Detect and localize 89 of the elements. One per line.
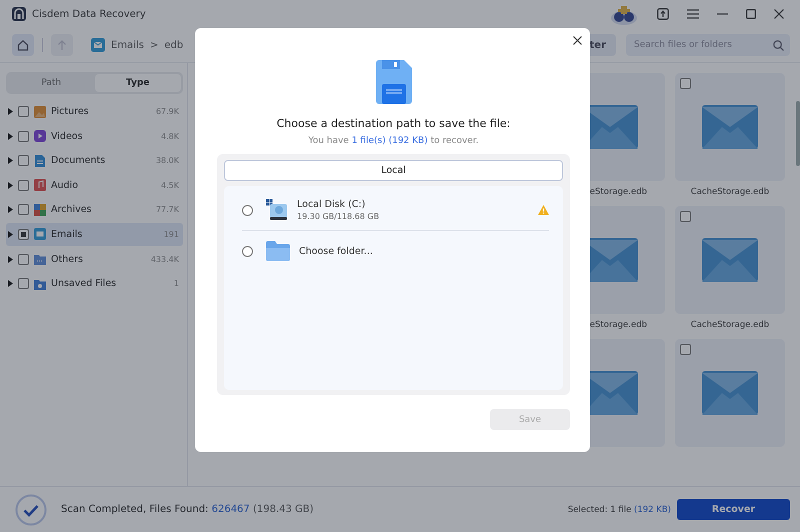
category-name: Videos [51,130,84,142]
dialog-subtitle: You have 1 file(s) (192 KB) to recover. [308,136,479,146]
file-count: 191 [164,230,179,239]
category-row[interactable]: Documents 38.0K [6,149,183,172]
search-icon[interactable] [773,40,784,50]
category-row[interactable]: Others 433.4K [6,248,183,271]
category-name: Emails [51,228,84,240]
email-icon [91,38,105,52]
home-button[interactable] [12,34,34,56]
category-icon [34,106,46,118]
minimize-icon[interactable] [717,13,728,15]
file-name: CacheStorage.edb [690,187,770,197]
checkbox[interactable] [680,78,691,89]
radio-button[interactable] [242,246,253,256]
category-icon [34,228,46,240]
file-count: 77.7K [156,205,179,214]
radio-button[interactable] [242,204,253,216]
scan-status: Scan Completed, Files Found: 626467 (198.43 GB) [61,504,314,515]
category-icon [34,179,46,192]
destination-name: Local Disk (C:) [297,199,366,210]
file-count: 4.8K [161,132,179,141]
category-icon [34,253,46,266]
location-tab[interactable]: Local [224,160,563,181]
expand-arrow-icon[interactable] [8,280,13,288]
expand-arrow-icon[interactable] [8,206,13,214]
category-row[interactable]: Videos 4.8K [6,124,183,148]
window-title: Cisdem Data Recovery [32,8,146,20]
done-check-icon [15,494,47,526]
upload-icon[interactable] [657,8,669,20]
category-icon [34,278,46,290]
hard-drive-icon [266,199,288,221]
category-row[interactable]: Unsaved Files 1 [6,272,183,296]
checkbox[interactable] [680,211,691,222]
email-file-icon [702,105,758,149]
category-name: Pictures [51,106,90,117]
home-icon[interactable] [17,39,29,51]
file-count: 4.5K [161,180,179,190]
maximize-icon[interactable] [746,9,756,19]
file-count: 433.4K [150,254,179,264]
breadcrumb-separator: > [150,40,158,50]
email-file-icon [702,371,758,415]
checkbox[interactable] [680,344,691,355]
breadcrumb-item[interactable]: Emails [111,40,144,50]
file-name: eStorage.edb [590,187,647,197]
category-name: Audio [51,180,80,191]
file-count: 1 [174,279,179,288]
checkbox[interactable] [18,278,29,290]
file-count: 38.0K [156,156,179,166]
expand-arrow-icon[interactable] [8,182,13,189]
expand-arrow-icon[interactable] [8,108,13,115]
checkbox[interactable] [18,254,29,265]
search-field[interactable]: Search files or folders [626,34,790,56]
destination-name: Choose folder... [299,246,374,256]
folder-icon [266,241,290,261]
category-name: Archives [51,204,92,216]
category-row[interactable]: Emails 191 [6,222,183,246]
close-icon[interactable] [774,9,784,19]
file-name: eStorage.edb [590,320,647,330]
category-icon [34,204,46,216]
checkbox[interactable] [18,106,29,117]
checkbox[interactable] [18,180,29,191]
file-name: CacheStorage.edb [690,320,770,330]
email-file-icon [702,238,758,282]
category-row[interactable]: Audio 4.5K [6,174,183,197]
app-logo-icon [12,7,26,21]
breadcrumb-item[interactable]: edb [164,40,184,50]
checkbox[interactable] [18,228,29,240]
category-name: Documents [51,155,106,166]
close-icon[interactable] [573,36,582,45]
category-name: Others [51,254,84,265]
recover-button[interactable]: Recover [677,499,790,520]
expand-arrow-icon[interactable] [8,157,13,164]
expand-arrow-icon[interactable] [8,132,13,140]
menu-icon[interactable] [687,9,699,19]
expand-arrow-icon[interactable] [8,256,13,263]
selection-summary: Selected: 1 file (192 KB) [568,504,671,514]
view-tab[interactable]: Type [94,74,181,92]
category-icon [34,130,46,142]
dialog-title: Choose a destination path to save the file: [276,117,510,130]
checkbox[interactable] [18,130,29,142]
checkbox[interactable] [18,204,29,216]
category-icon [34,154,46,167]
disk-space: 19.30 GB/118.68 GB [297,212,380,221]
category-row[interactable]: Pictures 67.9K [6,100,183,123]
file-count: 67.9K [156,107,179,116]
category-row[interactable]: Archives 77.7K [6,198,183,222]
category-name: Unsaved Files [51,278,118,290]
expand-arrow-icon[interactable] [8,230,13,238]
checkbox[interactable] [18,155,29,166]
